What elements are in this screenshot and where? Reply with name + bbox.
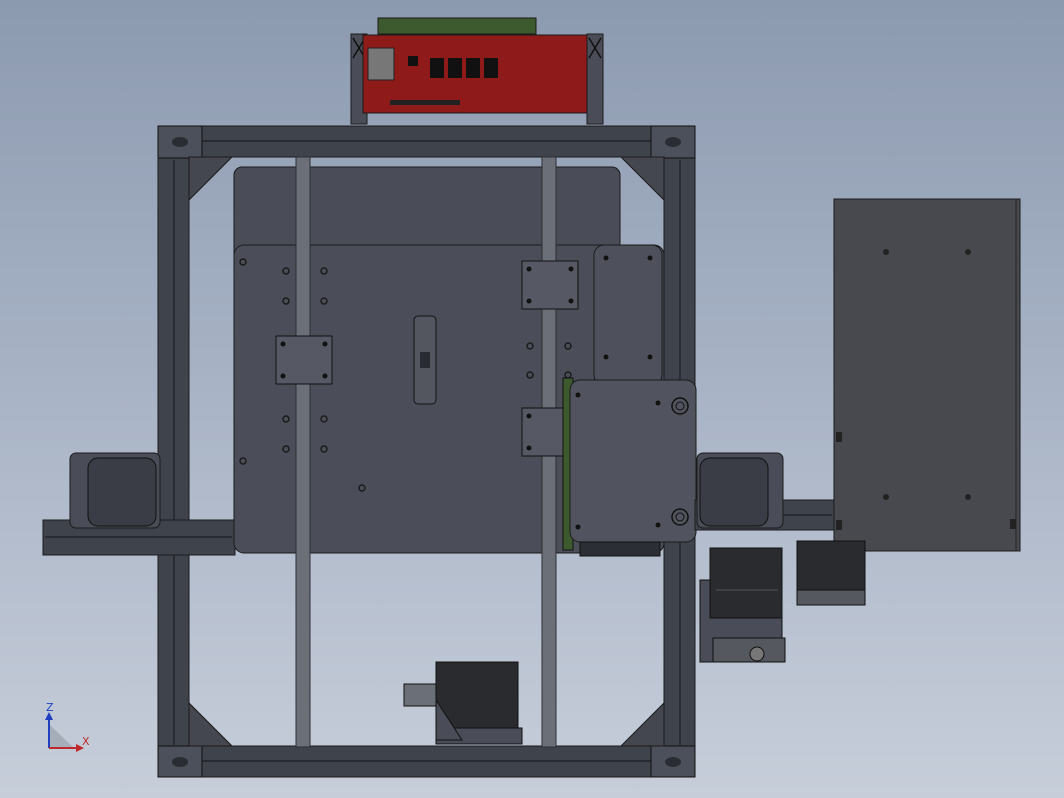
carriage-hole — [655, 522, 661, 528]
corner-bolt-tr — [665, 137, 681, 147]
gusset-tr — [619, 156, 665, 202]
bearing-bolt — [526, 413, 532, 419]
gusset-br — [619, 701, 665, 747]
driver-chip-4 — [484, 58, 498, 78]
z-motor-shaft-coupler — [403, 683, 437, 707]
psu-screw — [965, 249, 971, 255]
carriage-hole — [647, 255, 653, 261]
x-axis-label: X — [82, 735, 90, 748]
bearing-bolt — [526, 445, 532, 451]
right-motor-face — [699, 457, 769, 527]
carriage-hole — [603, 255, 609, 261]
belt-clamp-slot — [420, 352, 430, 368]
bearing-bolt — [568, 266, 574, 272]
small-ic — [408, 56, 418, 66]
driver-chip-2 — [448, 58, 462, 78]
bearing-bolt — [526, 266, 532, 272]
bearing-bolt — [568, 298, 574, 304]
psu-vent — [1010, 519, 1016, 529]
axis-triad: Z X — [45, 701, 90, 752]
cad-viewport[interactable]: Z X — [0, 0, 1064, 798]
z-axis-label: Z — [46, 701, 54, 714]
bearing-bolt — [526, 298, 532, 304]
psu-screw — [883, 494, 889, 500]
carriage-hole — [655, 400, 661, 406]
carriage-hole — [575, 392, 581, 398]
left-y-axis-extension[interactable] — [42, 452, 236, 556]
carriage-upper-plate[interactable] — [593, 244, 663, 386]
psu-motor-plate — [796, 589, 866, 606]
bearing-bolt — [280, 373, 286, 379]
bearing-bolt — [322, 373, 328, 379]
carriage-lower-plate[interactable] — [569, 379, 697, 543]
gusset-bl — [188, 701, 234, 747]
psu-vent — [836, 520, 842, 530]
x-motor-body[interactable] — [709, 547, 783, 619]
corner-bolt-tl — [172, 137, 188, 147]
carriage-hole — [603, 354, 609, 360]
x-motor-knob — [749, 646, 765, 662]
psu-screw — [965, 494, 971, 500]
driver-chip-1 — [430, 58, 444, 78]
pin-header-row — [390, 100, 460, 105]
connector-strip — [579, 541, 661, 557]
linear-rod-left[interactable] — [295, 156, 311, 748]
controller-board-assembly[interactable] — [350, 17, 604, 125]
carriage-hole — [647, 354, 653, 360]
lcd-connector-strip — [377, 17, 537, 35]
bearing-bolt — [280, 341, 286, 347]
driver-chip-3 — [466, 58, 480, 78]
psu-vent — [836, 432, 842, 442]
x-motor-base — [712, 637, 786, 663]
x-axis-motor-assembly[interactable] — [699, 540, 866, 663]
corner-bolt-br — [665, 757, 681, 767]
psu-screw — [883, 249, 889, 255]
power-supply-unit[interactable] — [833, 198, 1021, 552]
carriage-hole — [575, 524, 581, 530]
gusset-tl — [188, 156, 234, 202]
z-axis-motor-assembly[interactable] — [403, 661, 523, 745]
left-motor-face — [87, 457, 157, 527]
triad-plane — [49, 724, 74, 748]
right-y-axis-extension[interactable] — [694, 452, 836, 531]
corner-bolt-bl — [172, 757, 188, 767]
bearing-bolt — [322, 341, 328, 347]
sd-card-slot — [367, 47, 395, 81]
psu-housing[interactable] — [833, 198, 1021, 552]
